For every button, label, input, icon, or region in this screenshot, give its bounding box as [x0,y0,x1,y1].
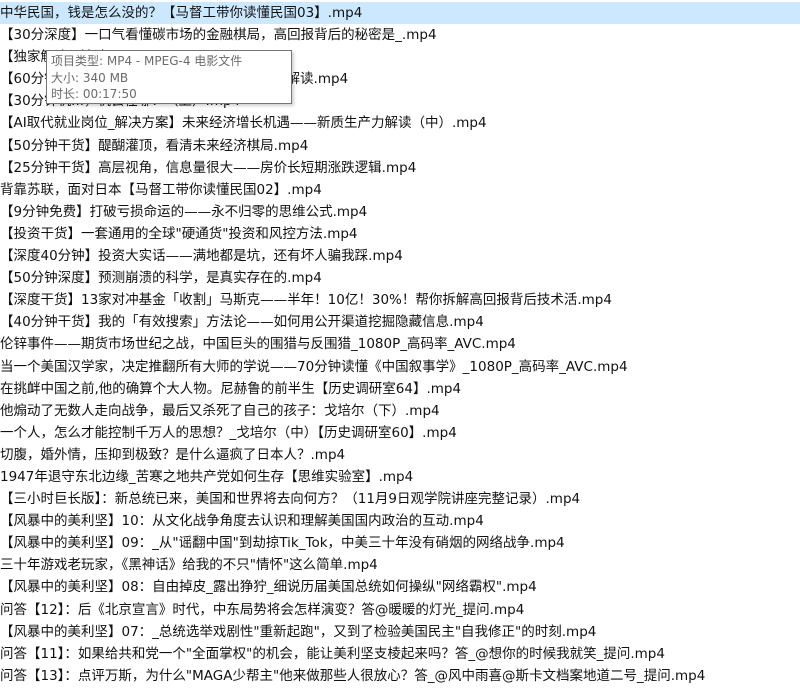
file-name: 当一个美国汉学家，决定推翻所有大师的学说——70分钟读懂《中国叙事学》_1080… [0,358,628,375]
file-row[interactable]: 【50分钟深度】预测崩溃的科学，是真实存在的.mp4 [0,267,800,289]
file-row[interactable]: 三十年游戏老玩家，《黑神话》给我的不只"情怀"这么简单.mp4 [0,554,800,576]
file-list: 中华民国，钱是怎么没的？【马督工带你读懂民国03】.mp4 【30分深度】一口气看… [0,2,800,687]
file-row[interactable]: 【风暴中的美利坚】08：自由掉皮_露出狰狞_细说历届美国总统如何操纵"网络霸权"… [0,576,800,598]
file-row[interactable]: 【40分钟干货】我的「有效搜索」方法论——如何用公开渠道挖掘隐藏信息.mp4 [0,311,800,333]
file-row[interactable]: 中华民国，钱是怎么没的？【马督工带你读懂民国03】.mp4 [0,2,800,25]
file-row[interactable]: 【风暴中的美利坚】10：从文化战争角度去认识和理解美国国内政治的互动.mp4 [0,510,800,532]
file-name: 【50分钟干货】醍醐灌顶，看清未来经济棋局.mp4 [0,137,309,154]
file-row[interactable]: 【30分深度】一口气看懂碳市场的金融棋局，高回报背后的秘密是_.mp4 [0,24,800,46]
file-name: 【风暴中的美利坚】07：_总统选举戏剧性"重新起跑"，又到了检验美国民主"自我修… [0,623,597,640]
file-name: 【风暴中的美利坚】09：_从"谣翻中国"到劫掠Tik_Tok，中美三十年没有硝烟… [0,535,565,552]
file-name: 在挑衅中国之前,他的确算个大人物。尼赫鲁的前半生【历史调研室64】.mp4 [0,380,462,397]
file-name: 【风暴中的美利坚】10：从文化战争角度去认识和理解美国国内政治的互动.mp4 [0,513,484,530]
file-row[interactable]: 【25分钟干货】高层视角，信息量很大——房价长短期涨跌逻辑.mp4 [0,157,800,179]
tooltip-duration: 时长: 00:17:50 [51,87,137,101]
file-row[interactable]: 他煽动了无数人走向战争，最后又杀死了自己的孩子：戈培尔（下）.mp4 [0,400,800,422]
file-name: 问答【13】：点评万斯，为什么"MAGA少帮主"他来做那些人很放心？答_@风中雨… [0,667,706,684]
file-row[interactable]: 1947年退守东北边缘_苦寒之地共产党如何生存【思维实验室】.mp4 [0,466,800,488]
file-row[interactable]: 一个人，怎么才能控制千万人的思想？_戈培尔（中）【历史调研室60】.mp4 [0,422,800,444]
file-row[interactable]: 问答【13】：点评万斯，为什么"MAGA少帮主"他来做那些人很放心？答_@风中雨… [0,665,800,687]
file-row[interactable]: 背靠苏联，面对日本【马督工带你读懂民国02】.mp4 [0,179,800,201]
tooltip-file-size: 大小: 340 MB [51,70,129,85]
file-row[interactable]: 切腹，婚外情，压抑到极致？是什么逼疯了日本人？.mp4 [0,444,800,466]
file-row[interactable]: 【投资干货】一套通用的全球"硬通货"投资和风控方法.mp4 [0,223,800,245]
file-name: 中华民国，钱是怎么没的？【马督工带你读懂民国03】.mp4 [0,5,363,21]
file-row[interactable]: 【AI取代就业岗位_解决方案】未来经济增长机遇——新质生产力解读（中）.mp4 [0,112,800,134]
file-row[interactable]: 当一个美国汉学家，决定推翻所有大师的学说——70分钟读懂《中国叙事学》_1080… [0,356,800,378]
file-row[interactable]: 【50分钟干货】醍醐灌顶，看清未来经济棋局.mp4 [0,135,800,157]
file-name: 问答【11】：如果给共和党一个"全面掌权"的机会，能让美利坚支棱起来吗？答_@想… [0,645,665,662]
file-name: 1947年退守东北边缘_苦寒之地共产党如何生存【思维实验室】.mp4 [0,468,414,485]
file-name: 背靠苏联，面对日本【马督工带你读懂民国02】.mp4 [0,181,322,198]
file-row[interactable]: 问答【12】：后《北京宣言》时代，中东局势将会怎样演变？答@暖暖的灯光_提问.m… [0,599,800,621]
file-name: 【投资干货】一套通用的全球"硬通货"投资和风控方法.mp4 [0,225,358,242]
file-name: 【40分钟干货】我的「有效搜索」方法论——如何用公开渠道挖掘隐藏信息.mp4 [0,314,484,331]
file-name: 【25分钟干货】高层视角，信息量很大——房价长短期涨跌逻辑.mp4 [0,159,417,176]
file-row[interactable]: 在挑衅中国之前,他的确算个大人物。尼赫鲁的前半生【历史调研室64】.mp4 [0,378,800,400]
file-row[interactable]: 【深度干货】13家对冲基金「收割」马斯克——半年！10亿！30%！帮你拆解高回报… [0,289,800,311]
file-name: 问答【12】：后《北京宣言》时代，中东局势将会怎样演变？答@暖暖的灯光_提问.m… [0,601,525,618]
file-row[interactable]: 伦锌事件——期货市场世纪之战，中国巨头的围猎与反围猎_1080P_高码率_AVC… [0,333,800,355]
file-name: 【深度40分钟】投资大实话——满地都是坑，还有坏人骗我踩.mp4 [0,248,403,265]
file-name: 伦锌事件——期货市场世纪之战，中国巨头的围猎与反围猎_1080P_高码率_AVC… [0,336,516,353]
file-name: 一个人，怎么才能控制千万人的思想？_戈培尔（中）【历史调研室60】.mp4 [0,424,457,441]
file-name: 【风暴中的美利坚】08：自由掉皮_露出狰狞_细说历届美国总统如何操纵"网络霸权"… [0,579,537,596]
file-info-tooltip: 项目类型: MP4 - MPEG-4 电影文件 大小: 340 MB 时长: 0… [46,50,292,104]
file-row[interactable]: 【三小时巨长版】：新总统已来，美国和世界将去向何方？（11月9日观学院讲座完整记… [0,488,800,510]
file-name: 【50分钟深度】预测崩溃的科学，是真实存在的.mp4 [0,270,322,287]
tooltip-item-type: 项目类型: MP4 - MPEG-4 电影文件 [51,54,243,68]
file-name: 他煽动了无数人走向战争，最后又杀死了自己的孩子：戈培尔（下）.mp4 [0,402,440,419]
file-name: 【深度干货】13家对冲基金「收割」马斯克——半年！10亿！30%！帮你拆解高回报… [0,292,612,309]
file-row[interactable]: 【风暴中的美利坚】09：_从"谣翻中国"到劫掠Tik_Tok，中美三十年没有硝烟… [0,532,800,554]
file-name: 【三小时巨长版】：新总统已来，美国和世界将去向何方？（11月9日观学院讲座完整记… [0,491,581,508]
file-name: 三十年游戏老玩家，《黑神话》给我的不只"情怀"这么简单.mp4 [0,557,378,574]
file-row[interactable]: 问答【11】：如果给共和党一个"全面掌权"的机会，能让美利坚支棱起来吗？答_@想… [0,643,800,665]
file-name: 【30分深度】一口气看懂碳市场的金融棋局，高回报背后的秘密是_.mp4 [0,27,437,44]
file-name: 【AI取代就业岗位_解决方案】未来经济增长机遇——新质生产力解读（中）.mp4 [0,115,487,132]
file-row[interactable]: 【深度40分钟】投资大实话——满地都是坑，还有坏人骗我踩.mp4 [0,245,800,267]
file-name: 切腹，婚外情，压抑到极致？是什么逼疯了日本人？.mp4 [0,446,346,463]
file-name: 【9分钟免费】打破亏损命运的——永不归零的思维公式.mp4 [0,203,368,220]
file-row[interactable]: 【9分钟免费】打破亏损命运的——永不归零的思维公式.mp4 [0,201,800,223]
file-row[interactable]: 【风暴中的美利坚】07：_总统选举戏剧性"重新起跑"，又到了检验美国民主"自我修… [0,621,800,643]
